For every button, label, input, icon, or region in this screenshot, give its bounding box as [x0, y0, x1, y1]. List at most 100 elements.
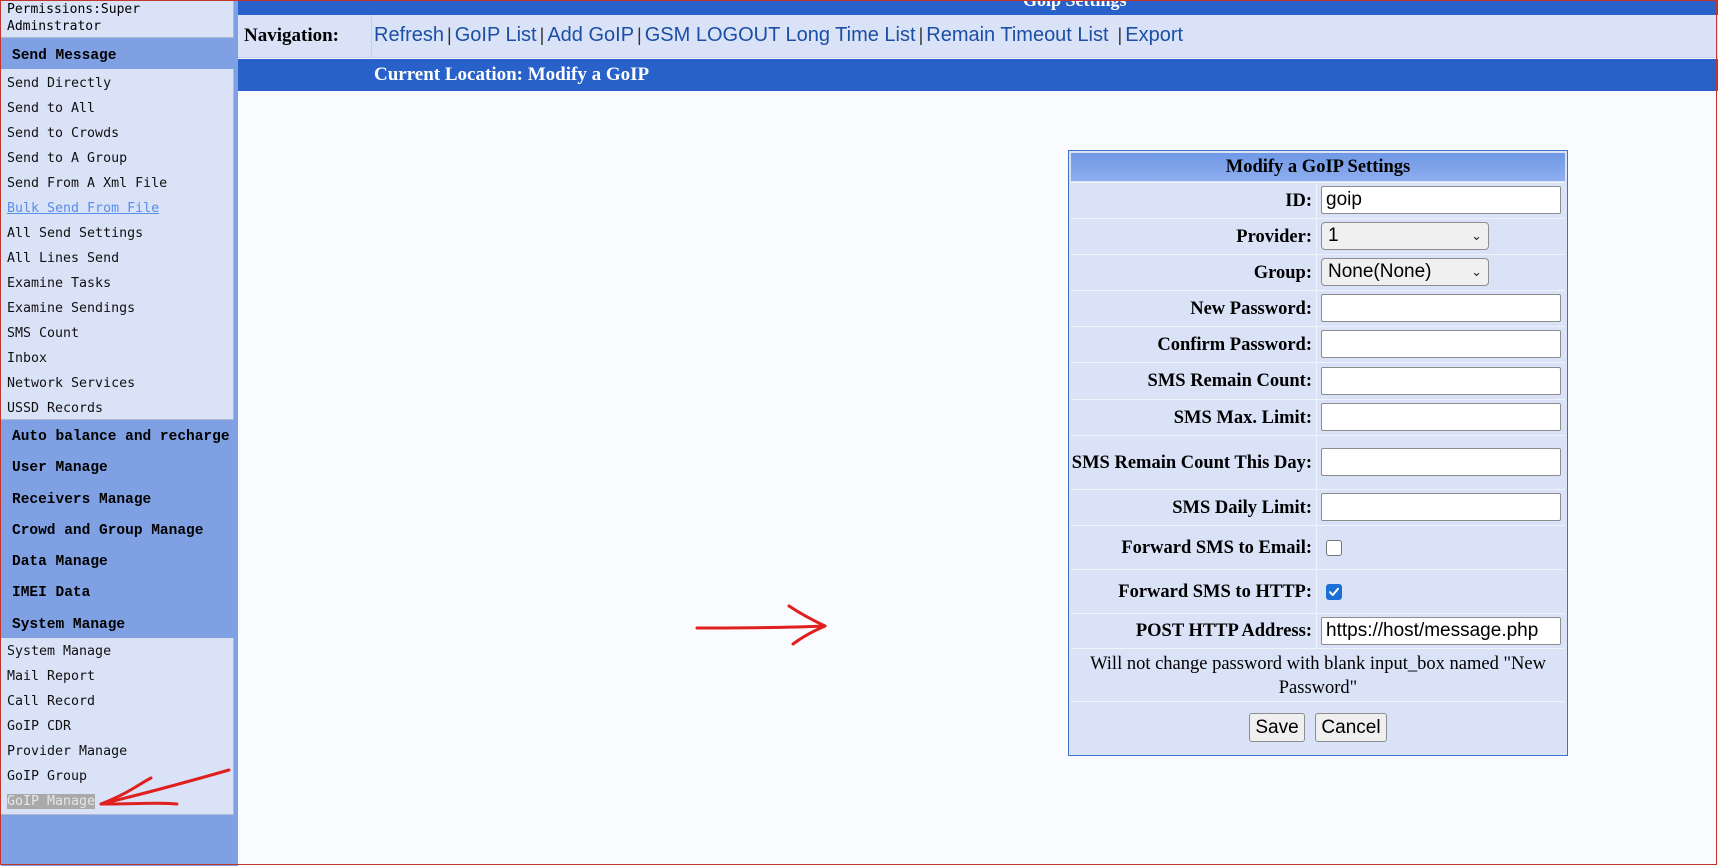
- id-label: ID:: [1071, 183, 1317, 218]
- navigation-bar: Navigation: Refresh | GoIP List | Add GoIP | G…: [238, 15, 1718, 58]
- sidebar-heading-auto-balance[interactable]: Auto balance and recharge: [1, 423, 238, 451]
- nav-separator: |: [637, 25, 642, 45]
- sidebar-heading-receivers-manage[interactable]: Receivers Manage: [1, 486, 238, 514]
- sidebar-item-mail-report[interactable]: Mail Report: [1, 664, 233, 689]
- sidebar-item-all-send-settings[interactable]: All Send Settings: [1, 221, 233, 246]
- sidebar-heading-system-manage[interactable]: System Manage: [1, 611, 238, 639]
- sms-remain-day-label: SMS Remain Count This Day:: [1071, 436, 1317, 489]
- sms-max-limit-input[interactable]: [1321, 403, 1561, 431]
- sidebar-heading-data-manage[interactable]: Data Manage: [1, 548, 238, 576]
- sidebar-heading-imei-data[interactable]: IMEI Data: [1, 579, 238, 607]
- provider-select[interactable]: 1 ⌄: [1321, 222, 1489, 250]
- sidebar: Permissions:Super Adminstrator Send Mess…: [1, 0, 238, 866]
- sidebar-item-send-to-group[interactable]: Send to A Group: [1, 146, 233, 171]
- post-http-label: POST HTTP Address:: [1071, 614, 1317, 648]
- page-title: Goip Settings: [1023, 0, 1127, 10]
- row-new-password: New Password:: [1071, 290, 1565, 326]
- row-forward-http: Forward SMS to HTTP:: [1071, 569, 1565, 613]
- row-sms-remain-day: SMS Remain Count This Day:: [1071, 435, 1565, 489]
- sidebar-item-goip-group[interactable]: GoIP Group: [1, 764, 233, 789]
- group-label: Group:: [1071, 255, 1317, 290]
- nav-separator: |: [447, 25, 452, 45]
- sidebar-item-send-directly[interactable]: Send Directly: [1, 71, 233, 96]
- nav-separator: |: [1117, 25, 1123, 45]
- sidebar-item-goip-manage[interactable]: GoIP Manage: [1, 789, 233, 814]
- nav-link-refresh[interactable]: Refresh: [374, 24, 444, 46]
- nav-separator: |: [918, 25, 924, 45]
- sidebar-item-goip-manage-label: GoIP Manage: [7, 794, 96, 809]
- chevron-down-icon: ⌄: [1471, 264, 1482, 279]
- id-input[interactable]: goip: [1321, 186, 1561, 214]
- permissions-info: Permissions:Super Adminstrator: [1, 0, 234, 38]
- sidebar-item-goip-cdr[interactable]: GoIP CDR: [1, 714, 233, 739]
- system-manage-menu: System Manage Mail Report Call Record Go…: [1, 638, 234, 815]
- row-sms-max-limit: SMS Max. Limit:: [1071, 399, 1565, 435]
- row-provider: Provider: 1 ⌄: [1071, 218, 1565, 254]
- row-forward-email: Forward SMS to Email:: [1071, 525, 1565, 569]
- new-password-input[interactable]: [1321, 294, 1561, 322]
- sms-remain-day-input[interactable]: [1321, 448, 1561, 476]
- sidebar-item-network-services[interactable]: Network Services: [1, 371, 233, 396]
- modify-goip-form: Modify a GoIP Settings ID: goip Provider…: [1068, 150, 1568, 756]
- sidebar-item-provider-manage[interactable]: Provider Manage: [1, 739, 233, 764]
- group-selected-value: None(None): [1328, 261, 1432, 282]
- sidebar-item-send-to-crowds[interactable]: Send to Crowds: [1, 121, 233, 146]
- group-select[interactable]: None(None) ⌄: [1321, 258, 1489, 286]
- new-password-label: New Password:: [1071, 291, 1317, 326]
- sidebar-item-sms-count[interactable]: SMS Count: [1, 321, 233, 346]
- sidebar-item-bulk-send-from-file[interactable]: Bulk Send From File: [1, 196, 233, 221]
- nav-link-export[interactable]: Export: [1125, 24, 1183, 46]
- chevron-down-icon: ⌄: [1471, 228, 1482, 243]
- forward-http-label: Forward SMS to HTTP:: [1071, 570, 1317, 613]
- sms-daily-limit-label: SMS Daily Limit:: [1071, 490, 1317, 525]
- current-location-bar: Current Location: Modify a GoIP: [238, 59, 1718, 91]
- nav-link-add-goip[interactable]: Add GoIP: [547, 24, 634, 46]
- form-buttons: Save Cancel: [1071, 701, 1565, 754]
- sidebar-heading-user-manage[interactable]: User Manage: [1, 454, 238, 482]
- confirm-password-input[interactable]: [1321, 330, 1561, 358]
- sidebar-item-call-record[interactable]: Call Record: [1, 689, 233, 714]
- sms-daily-limit-input[interactable]: [1321, 493, 1561, 521]
- cancel-button[interactable]: Cancel: [1315, 713, 1387, 742]
- send-message-menu: Send Directly Send to All Send to Crowds…: [1, 69, 234, 420]
- sms-remain-count-input[interactable]: [1321, 367, 1561, 395]
- post-http-address-input[interactable]: https://host/message.php: [1321, 617, 1561, 645]
- nav-link-gsm-logout-list[interactable]: GSM LOGOUT Long Time List: [645, 24, 916, 46]
- sidebar-item-ussd-records[interactable]: USSD Records: [1, 396, 233, 421]
- password-note: Will not change password with blank inpu…: [1071, 648, 1565, 700]
- permissions-line-2: Adminstrator: [7, 19, 101, 34]
- checkmark-icon: [1329, 587, 1339, 596]
- sidebar-heading-crowd-group-manage[interactable]: Crowd and Group Manage: [1, 517, 238, 545]
- row-id: ID: goip: [1071, 182, 1565, 218]
- main-content: Goip Settings Navigation: Refresh | GoIP L…: [238, 0, 1718, 866]
- row-confirm-password: Confirm Password:: [1071, 326, 1565, 362]
- sidebar-item-examine-tasks[interactable]: Examine Tasks: [1, 271, 233, 296]
- save-button[interactable]: Save: [1249, 713, 1305, 742]
- navigation-divider: [371, 15, 372, 57]
- row-group: Group: None(None) ⌄: [1071, 254, 1565, 290]
- provider-selected-value: 1: [1328, 225, 1339, 246]
- nav-link-goip-list[interactable]: GoIP List: [455, 24, 537, 46]
- sidebar-item-system-manage[interactable]: System Manage: [1, 639, 233, 664]
- sidebar-item-inbox[interactable]: Inbox: [1, 346, 233, 371]
- forward-http-checkbox[interactable]: [1326, 584, 1342, 600]
- row-sms-remain-count: SMS Remain Count:: [1071, 362, 1565, 399]
- nav-separator: |: [539, 25, 545, 45]
- sidebar-item-send-from-xml[interactable]: Send From A Xml File: [1, 171, 233, 196]
- navigation-links: Refresh | GoIP List | Add GoIP | GSM LOGOUT Lo…: [374, 15, 1183, 57]
- row-post-http-address: POST HTTP Address: https://host/message.…: [1071, 613, 1565, 648]
- sms-max-limit-label: SMS Max. Limit:: [1071, 400, 1317, 435]
- title-bar: Goip Settings: [238, 0, 1718, 15]
- confirm-password-label: Confirm Password:: [1071, 327, 1317, 362]
- navigation-label: Navigation:: [244, 25, 339, 46]
- sidebar-item-send-to-all[interactable]: Send to All: [1, 96, 233, 121]
- forward-email-label: Forward SMS to Email:: [1071, 526, 1317, 569]
- annotation-arrow-form-icon: [695, 604, 827, 646]
- forward-email-checkbox[interactable]: [1326, 540, 1342, 556]
- provider-label: Provider:: [1071, 219, 1317, 254]
- sidebar-item-examine-sendings[interactable]: Examine Sendings: [1, 296, 233, 321]
- sidebar-heading-send-message[interactable]: Send Message: [1, 42, 238, 70]
- sidebar-item-all-lines-send[interactable]: All Lines Send: [1, 246, 233, 271]
- current-location: Current Location: Modify a GoIP: [374, 64, 650, 85]
- nav-link-remain-timeout-list[interactable]: Remain Timeout List: [926, 24, 1108, 46]
